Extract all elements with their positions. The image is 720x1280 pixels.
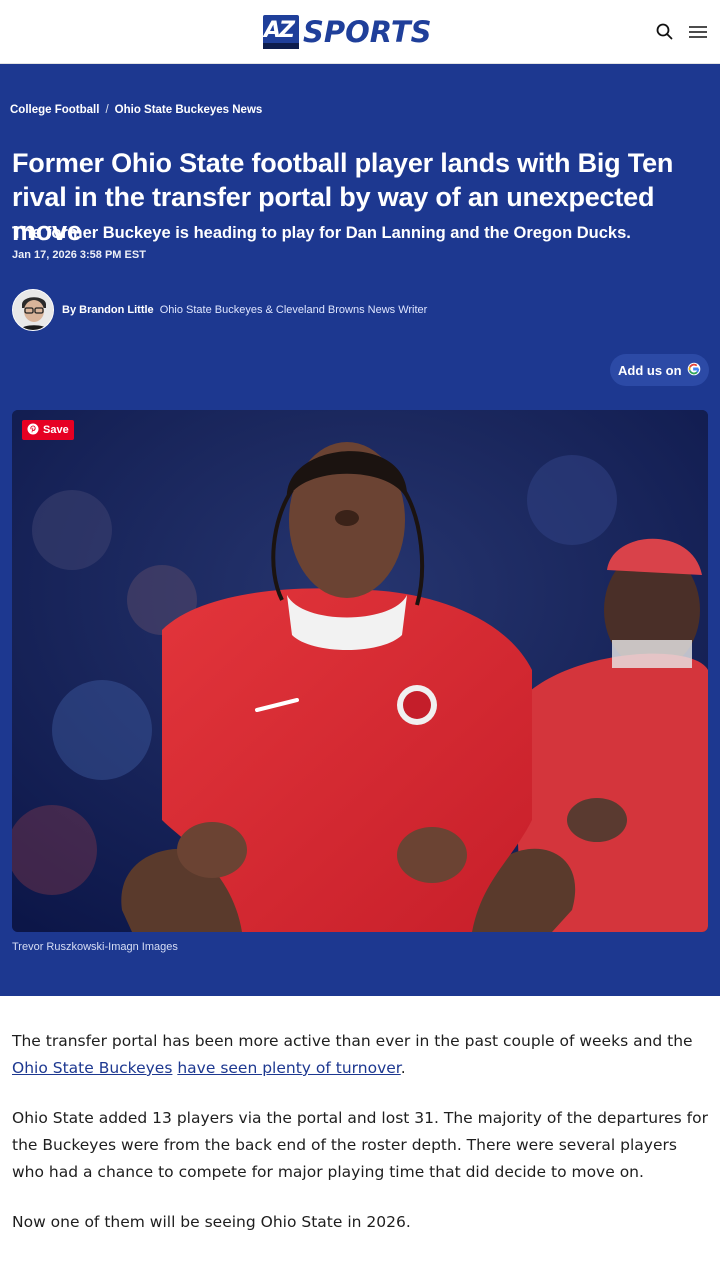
- breadcrumb: College Football / Ohio State Buckeyes N…: [10, 104, 262, 116]
- logo-mark-text: AZ: [264, 18, 295, 43]
- paragraph-3: Now one of them will be seeing Ohio Stat…: [12, 1213, 411, 1231]
- add-us-label: Add us on: [618, 362, 682, 378]
- author-avatar[interactable]: [12, 289, 54, 331]
- breadcrumb-college-football[interactable]: College Football: [10, 104, 99, 116]
- paragraph-1: The transfer portal has been more active…: [12, 1032, 693, 1077]
- save-label: Save: [43, 424, 69, 436]
- article-lead-photo: Save: [12, 410, 708, 932]
- author-prefix: By: [62, 304, 77, 316]
- author-role: Ohio State Buckeyes & Cleveland Browns N…: [159, 304, 428, 316]
- byline: By Brandon Little Ohio State Buckeyes & …: [12, 289, 427, 331]
- author-info: By Brandon Little Ohio State Buckeyes & …: [62, 304, 427, 316]
- pinterest-save-button[interactable]: Save: [22, 420, 74, 440]
- pinterest-icon: [27, 423, 39, 438]
- az-logo-mark: AZ: [263, 15, 299, 49]
- breadcrumb-separator: /: [105, 104, 109, 116]
- site-logo[interactable]: AZ SPORTS: [263, 14, 432, 50]
- breadcrumb-ohio-state-news[interactable]: Ohio State Buckeyes News: [115, 104, 263, 116]
- lead-photo-illustration: [12, 410, 708, 932]
- search-icon[interactable]: [653, 20, 677, 44]
- turnover-link[interactable]: have seen plenty of turnover: [177, 1059, 400, 1077]
- add-us-on-google-button[interactable]: Add us on: [610, 354, 709, 386]
- google-g-icon: [687, 362, 701, 379]
- photo-credit: Trevor Ruszkowski-Imagn Images: [12, 941, 178, 953]
- site-header: AZ SPORTS: [0, 0, 720, 64]
- author-name-link[interactable]: Brandon Little: [79, 304, 154, 316]
- article-dateline: Jan 17, 2026 3:58 PM EST: [12, 249, 146, 261]
- article-hero: College Football / Ohio State Buckeyes N…: [0, 64, 720, 996]
- paragraph-2: Ohio State added 13 players via the port…: [12, 1109, 708, 1181]
- hamburger-menu-icon[interactable]: [686, 20, 710, 44]
- logo-wordmark: SPORTS: [303, 15, 432, 49]
- ohio-state-buckeyes-link[interactable]: Ohio State Buckeyes: [12, 1059, 172, 1077]
- article-body: The transfer portal has been more active…: [12, 1028, 708, 1259]
- article-dek: The former Buckeye is heading to play fo…: [12, 224, 631, 242]
